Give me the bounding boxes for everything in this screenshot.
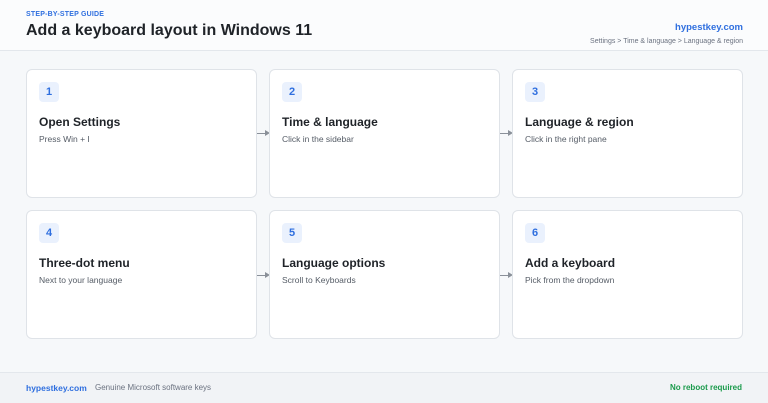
eyebrow-label: STEP-BY-STEP GUIDE xyxy=(26,11,105,18)
step-card-1: 1 Open Settings Press Win + I xyxy=(26,69,257,198)
step-card-4: 4 Three-dot menu Next to your language xyxy=(26,210,257,339)
step-card-6: 6 Add a keyboard Pick from the dropdown xyxy=(512,210,743,339)
step-description: Next to your language xyxy=(39,275,123,285)
step-description: Click in the sidebar xyxy=(282,134,354,144)
step-number-badge: 4 xyxy=(39,223,59,243)
step-card-5: 5 Language options Scroll to Keyboards xyxy=(269,210,500,339)
page-header: STEP-BY-STEP GUIDE Add a keyboard layout… xyxy=(0,0,768,51)
breadcrumb: Settings > Time & language > Language & … xyxy=(590,38,743,45)
status-note: No reboot required xyxy=(669,383,742,392)
step-description: Scroll to Keyboards xyxy=(282,275,356,285)
step-card-2: 2 Time & language Click in the sidebar xyxy=(269,69,500,198)
step-title: Language options xyxy=(282,256,386,270)
footer-brand-link[interactable]: hypestkey.com xyxy=(26,383,87,393)
step-title: Language & region xyxy=(525,115,634,129)
step-number-badge: 2 xyxy=(282,82,302,102)
step-number-badge: 6 xyxy=(525,223,545,243)
step-number-badge: 1 xyxy=(39,82,59,102)
step-title: Three-dot menu xyxy=(39,256,130,270)
step-title: Open Settings xyxy=(39,115,121,129)
step-number-badge: 5 xyxy=(282,223,302,243)
page-title: Add a keyboard layout in Windows 11 xyxy=(26,22,313,39)
step-card-3: 3 Language & region Click in the right p… xyxy=(512,69,743,198)
step-description: Press Win + I xyxy=(39,134,90,144)
brand-link[interactable]: hypestkey.com xyxy=(675,22,743,33)
step-title: Time & language xyxy=(282,115,378,129)
page-footer: hypestkey.com Genuine Microsoft software… xyxy=(0,372,768,403)
step-description: Click in the right pane xyxy=(525,134,607,144)
step-title: Add a keyboard xyxy=(525,256,616,270)
footer-tagline: Genuine Microsoft software keys xyxy=(95,383,212,392)
step-number-badge: 3 xyxy=(525,82,545,102)
step-description: Pick from the dropdown xyxy=(525,275,615,285)
